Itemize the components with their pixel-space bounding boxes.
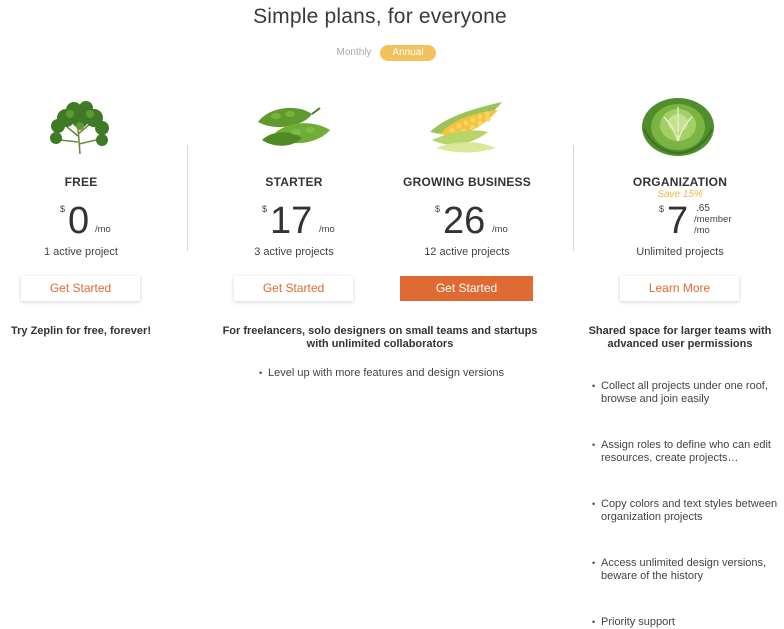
price-per-member: /member [694, 214, 732, 225]
cabbage-icon [640, 93, 716, 157]
price-period: /mo [492, 224, 508, 235]
feature-item: Collect all projects under one roof, bro… [592, 380, 781, 406]
plan-name: ORGANIZATION [632, 175, 728, 189]
feature-item: Assign roles to define who can edit reso… [592, 439, 781, 465]
price-period: /mo [95, 224, 111, 235]
currency-symbol: $ [435, 204, 441, 214]
plan-description: For freelancers, solo designers on small… [222, 325, 538, 350]
parsley-icon [44, 96, 116, 156]
price: $ 0 /mo [60, 202, 140, 242]
price: $ 26 /mo [435, 202, 515, 242]
currency-symbol: $ [60, 204, 66, 214]
price-amount: 26 [443, 200, 486, 242]
corn-icon [426, 96, 508, 154]
project-limit: 12 active projects [424, 246, 510, 258]
page-title: Simple plans, for everyone [253, 5, 507, 28]
price-period: /mo [319, 224, 335, 235]
currency-symbol: $ [262, 204, 268, 214]
plan-description: Shared space for larger teams with advan… [588, 325, 772, 350]
price-amount: 17 [270, 200, 313, 242]
column-divider [573, 145, 574, 251]
price-period: /mo [694, 225, 710, 236]
price-amount: 7 [667, 200, 689, 242]
project-limit: Unlimited projects [636, 246, 724, 258]
project-limit: 1 active project [44, 246, 118, 258]
get-started-button[interactable]: Get Started [21, 276, 140, 301]
plan-name: STARTER [265, 175, 323, 189]
feature-item: Access unlimited design versions, beware… [592, 557, 781, 583]
plan-name: GROWING BUSINESS [403, 175, 531, 189]
feature-item: Copy colors and text styles between orga… [592, 498, 781, 524]
discount-badge: Save 15% [657, 189, 703, 200]
price-cents: .65 [696, 203, 710, 214]
pea-pods-icon [252, 102, 334, 150]
feature-item: Priority support [592, 616, 781, 629]
billing-toggle-annual[interactable]: Annual [380, 45, 436, 61]
feature-item: Level up with more features and design v… [259, 367, 528, 380]
learn-more-button[interactable]: Learn More [620, 276, 739, 301]
project-limit: 3 active projects [254, 246, 334, 258]
plan-name: FREE [64, 175, 98, 189]
column-divider [187, 145, 188, 251]
price-amount: 0 [68, 200, 90, 242]
plan-description: Try Zeplin for free, forever! [11, 325, 151, 337]
get-started-button[interactable]: Get Started [234, 276, 353, 301]
price: $ 7 .65 /member /mo [659, 202, 749, 242]
currency-symbol: $ [659, 204, 665, 214]
price: $ 17 /mo [262, 202, 342, 242]
billing-toggle-monthly[interactable]: Monthly [330, 47, 378, 58]
get-started-button[interactable]: Get Started [400, 276, 533, 301]
